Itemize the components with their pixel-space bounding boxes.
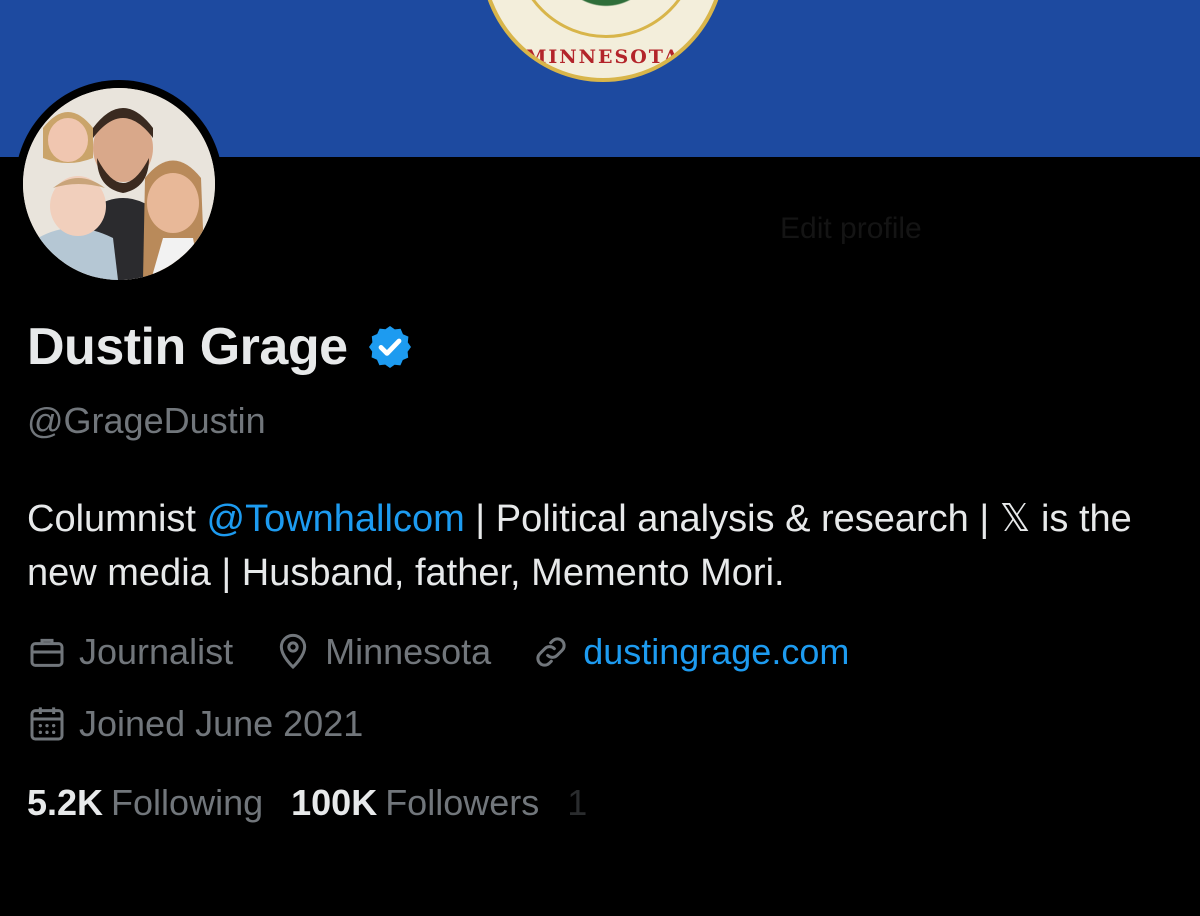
followers-count: 100K [291,782,378,823]
map-pin-icon [279,633,307,670]
meta-website[interactable]: dustingrage.com [531,631,849,673]
family-photo-image [23,88,215,280]
briefcase-icon [30,638,64,667]
profile-meta-row: Journalist Minnesota dustingrage.com [27,628,889,676]
calendar-icon [30,707,64,741]
truncated-stat: 1 [567,782,588,823]
meta-joined: Joined June 2021 [27,703,363,745]
profile-avatar[interactable] [15,80,223,288]
category-text: Journalist [79,631,234,672]
following-label: Following [111,782,264,823]
meta-location: Minnesota [273,631,491,673]
followers-label: Followers [385,782,540,823]
profile-bio: Columnist @Townhallcom | Political analy… [27,492,1177,600]
location-text: Minnesota [325,631,492,672]
profile-stats: 5.2K Following 100K Followers 1 [27,782,615,824]
avatar-photo [23,88,215,280]
bio-prefix: Columnist [27,498,207,540]
joined-text: Joined June 2021 [79,703,364,744]
website-link[interactable]: dustingrage.com [583,631,849,673]
followers-stat[interactable]: 100K Followers [291,782,539,824]
bio-mention-link[interactable]: @Townhallcom [207,498,465,540]
verified-badge-icon[interactable] [366,323,414,371]
edit-profile-button[interactable]: Edit profile [780,212,922,246]
meta-category: Journalist [27,631,233,673]
seal-emblem [514,0,698,38]
profile-joined-row: Joined June 2021 [27,700,403,748]
minnesota-seal-image: MINNESOTA [480,0,726,82]
profile-name-row: Dustin Grage [27,316,414,378]
profile-handle: @GrageDustin [27,400,266,441]
following-count: 5.2K [27,782,104,823]
link-icon [536,637,566,667]
display-name: Dustin Grage [27,318,348,376]
seal-text: MINNESOTA [525,46,681,68]
following-stat[interactable]: 5.2K Following [27,782,263,824]
